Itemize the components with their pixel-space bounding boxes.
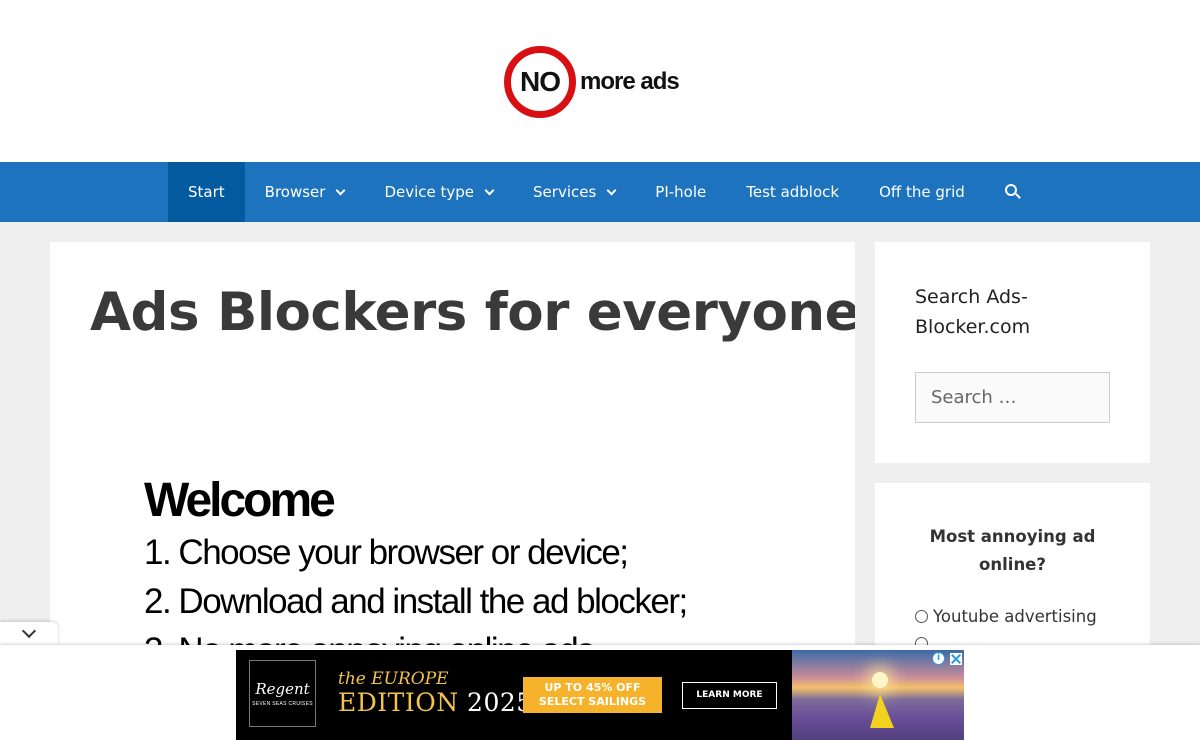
ad-choices: i bbox=[932, 651, 962, 666]
site-header: NO more ads bbox=[0, 0, 1200, 162]
ad-headline: the EUROPE EDITION 2025 bbox=[338, 670, 533, 717]
chevron-down-icon bbox=[606, 185, 617, 195]
poll-widget: Most annoying ad online? Youtube adverti… bbox=[875, 483, 1150, 663]
ad-info-icon[interactable]: i bbox=[932, 652, 945, 665]
no-sign-icon: NO bbox=[504, 46, 576, 118]
sun-image bbox=[872, 672, 888, 688]
advertisement-banner[interactable]: Regent SEVEN SEAS CRUISES the EUROPE EDI… bbox=[236, 650, 964, 740]
nav-item-label: Off the grid bbox=[879, 183, 965, 201]
nav-item-label: Test adblock bbox=[746, 183, 840, 201]
main-content: Ads Blockers for everyone Welcome 1. Cho… bbox=[50, 242, 855, 662]
ad-headline-line2: EDITION 2025 bbox=[338, 689, 533, 717]
main-navigation: Start Browser Device type Services PI-ho… bbox=[0, 162, 1200, 222]
nav-item-label: Browser bbox=[264, 183, 326, 201]
ad-brand-subtitle: SEVEN SEAS CRUISES bbox=[252, 701, 313, 707]
poll-option-youtube[interactable]: Youtube advertising bbox=[915, 607, 1097, 626]
nav-search-button[interactable] bbox=[985, 162, 1041, 222]
welcome-title: Welcome bbox=[144, 474, 336, 527]
search-widget: Search Ads-Blocker.com bbox=[875, 242, 1150, 463]
logo-text: more ads bbox=[580, 68, 680, 95]
search-input[interactable] bbox=[915, 372, 1110, 423]
step-2: 2. Download and install the ad blocker; bbox=[144, 582, 688, 621]
nav-item-browser[interactable]: Browser bbox=[245, 162, 365, 222]
poll-option-label: Youtube advertising bbox=[933, 607, 1097, 626]
nav-item-device-type[interactable]: Device type bbox=[364, 162, 513, 222]
nav-item-label: PI-hole bbox=[655, 183, 707, 201]
person-image bbox=[870, 694, 894, 728]
site-logo[interactable]: NO more ads bbox=[504, 45, 680, 119]
nav-item-label: Services bbox=[533, 183, 597, 201]
nav-item-label: Start bbox=[188, 183, 225, 201]
step-1: 1. Choose your browser or device; bbox=[144, 533, 629, 572]
welcome-banner: Welcome 1. Choose your browser or device… bbox=[144, 474, 824, 662]
ad-collapse-button[interactable] bbox=[0, 622, 58, 646]
nav-item-off-the-grid[interactable]: Off the grid bbox=[859, 162, 985, 222]
page-title: Ads Blockers for everyone bbox=[90, 282, 855, 343]
chevron-down-icon bbox=[21, 623, 37, 639]
ad-offer-line1: UP TO 45% OFF bbox=[544, 681, 641, 694]
nav-item-pi-hole[interactable]: PI-hole bbox=[635, 162, 726, 222]
poll-question: Most annoying ad online? bbox=[929, 527, 1096, 574]
ad-brand-logo: Regent SEVEN SEAS CRUISES bbox=[249, 660, 316, 727]
search-widget-title: Search Ads-Blocker.com bbox=[915, 286, 1031, 338]
ad-brand-name: Regent bbox=[255, 680, 310, 698]
close-icon[interactable] bbox=[950, 652, 962, 665]
ad-offer-line2: SELECT SAILINGS bbox=[538, 695, 647, 708]
search-icon bbox=[1004, 184, 1021, 200]
chevron-down-icon bbox=[336, 185, 346, 195]
ad-learn-more-button[interactable]: LEARN MORE bbox=[682, 682, 777, 709]
ad-headline-line1: the EUROPE bbox=[338, 669, 449, 689]
ad-offer-badge[interactable]: UP TO 45% OFF SELECT SAILINGS bbox=[523, 677, 662, 713]
nav-item-label: Device type bbox=[384, 183, 475, 201]
chevron-down-icon bbox=[484, 185, 495, 195]
nav-item-start[interactable]: Start bbox=[168, 162, 245, 222]
radio-button[interactable] bbox=[915, 610, 928, 623]
logo-badge-text: NO bbox=[520, 66, 561, 97]
ad-headline-edition: EDITION bbox=[338, 688, 459, 717]
nav-item-services[interactable]: Services bbox=[513, 162, 635, 222]
nav-item-test-adblock[interactable]: Test adblock bbox=[726, 162, 859, 222]
